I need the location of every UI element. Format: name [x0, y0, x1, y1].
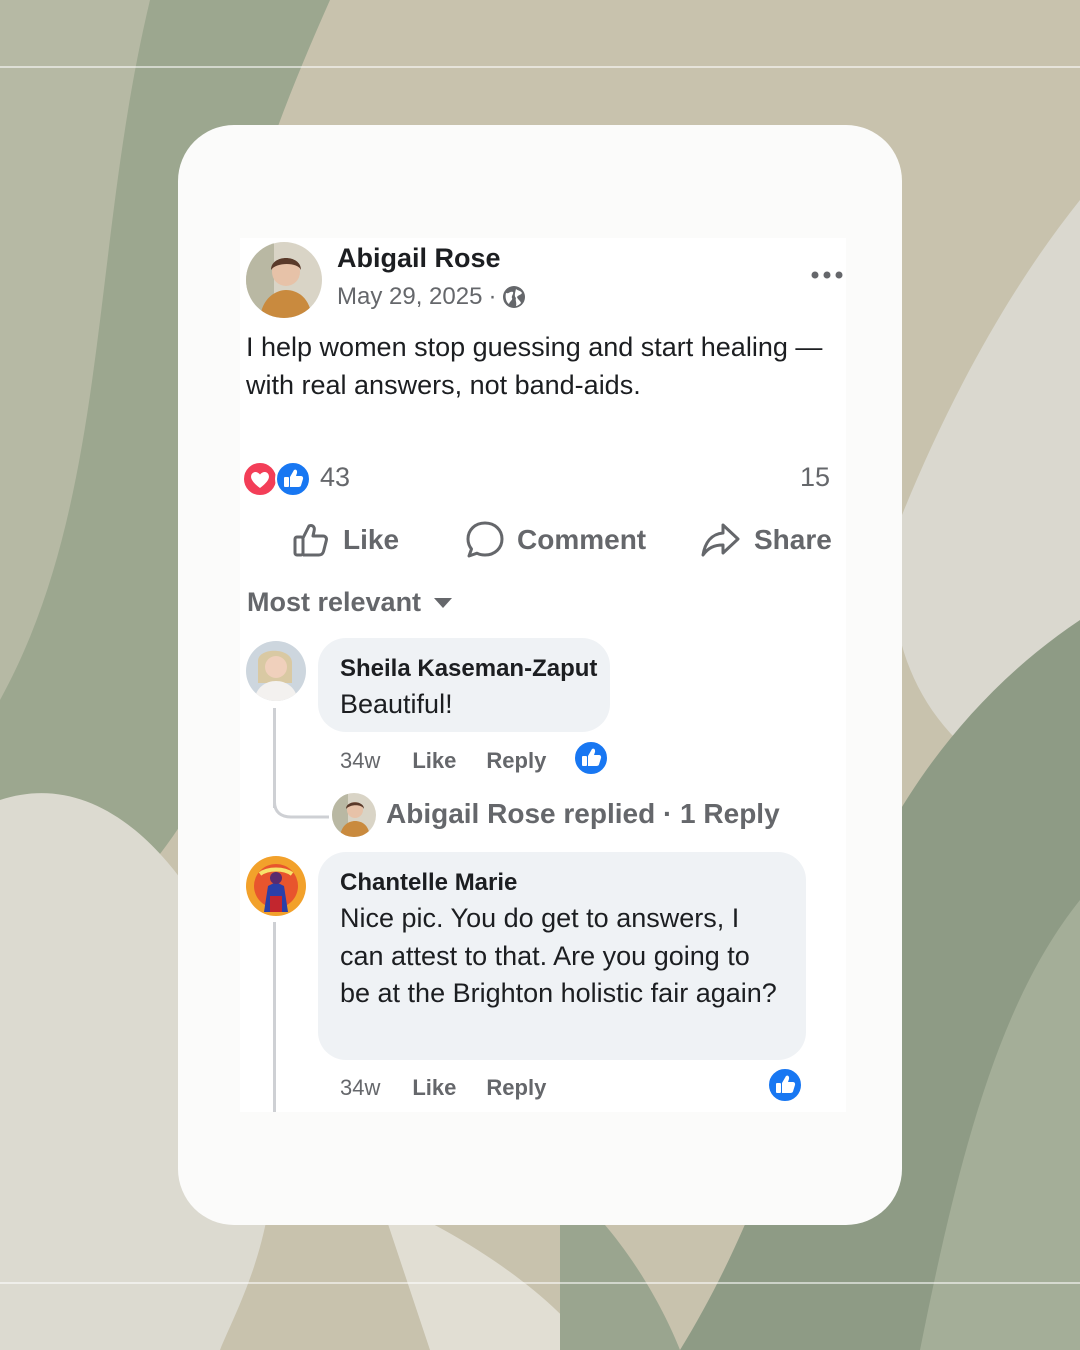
- like-reaction-icon[interactable]: [275, 461, 311, 497]
- share-button[interactable]: Share: [700, 518, 832, 562]
- love-reaction-icon[interactable]: [242, 461, 278, 497]
- comment-bubble: Chantelle Marie Nice pic. You do get to …: [318, 852, 806, 1060]
- post-meta: May 29, 2025 ·: [337, 283, 526, 311]
- thread-connector: [273, 790, 329, 819]
- comment-time[interactable]: 34w: [340, 1075, 380, 1101]
- comment-button[interactable]: Comment: [465, 518, 646, 562]
- author-avatar[interactable]: [246, 242, 322, 318]
- share-button-label: Share: [754, 524, 832, 555]
- comment-like-button[interactable]: Like: [412, 1075, 456, 1101]
- comment-count[interactable]: 15: [800, 462, 830, 493]
- comment-text: Beautiful!: [340, 689, 453, 719]
- caret-down-icon: [434, 597, 453, 608]
- like-reaction-icon[interactable]: [767, 1067, 803, 1103]
- comment-actions: 34w Like Reply: [340, 1075, 546, 1101]
- more-options-icon[interactable]: [810, 262, 844, 288]
- comment-reply-button[interactable]: Reply: [486, 1075, 546, 1101]
- thumbs-up-icon: [293, 524, 328, 557]
- thread-line: [273, 922, 276, 1112]
- like-reaction-icon[interactable]: [573, 740, 609, 776]
- comment-count-value: 15: [800, 462, 831, 492]
- comment-bubble: Sheila Kaseman-Zaput Beautiful!: [318, 638, 610, 732]
- view-replies-link[interactable]: Abigail Rose replied · 1 Reply: [386, 798, 780, 830]
- post-author-name[interactable]: Abigail Rose: [337, 243, 501, 274]
- sort-label: Most relevant: [247, 587, 422, 617]
- globe-icon: [503, 286, 526, 308]
- comment-author-name[interactable]: Chantelle Marie: [340, 868, 784, 898]
- bottom-divider-line: [0, 1282, 1080, 1284]
- like-button-label: Like: [343, 524, 400, 555]
- commenter-avatar[interactable]: [246, 641, 306, 701]
- comment-reply-button[interactable]: Reply: [486, 748, 546, 774]
- comment-like-button[interactable]: Like: [412, 748, 456, 774]
- like-button[interactable]: Like: [291, 518, 399, 562]
- comment-time[interactable]: 34w: [340, 748, 380, 774]
- comment-text: Nice pic. You do get to answers, I can a…: [340, 903, 777, 1008]
- comment-actions: 34w Like Reply: [340, 748, 546, 774]
- share-arrow-icon: [701, 523, 740, 557]
- comments-sort-dropdown[interactable]: Most relevant: [247, 587, 453, 618]
- comment-button-label: Comment: [517, 524, 647, 555]
- reply-author-avatar[interactable]: [332, 793, 376, 837]
- comment-author-name[interactable]: Sheila Kaseman-Zaput: [340, 654, 597, 684]
- top-divider-line: [0, 66, 1080, 68]
- post-date[interactable]: May 29, 2025: [337, 283, 482, 311]
- reaction-count[interactable]: 43: [320, 462, 350, 493]
- meta-separator: ·: [488, 283, 497, 310]
- commenter-avatar[interactable]: [246, 856, 306, 916]
- comment-bubble-icon: [466, 521, 504, 558]
- post-text: I help women stop guessing and start hea…: [246, 332, 823, 400]
